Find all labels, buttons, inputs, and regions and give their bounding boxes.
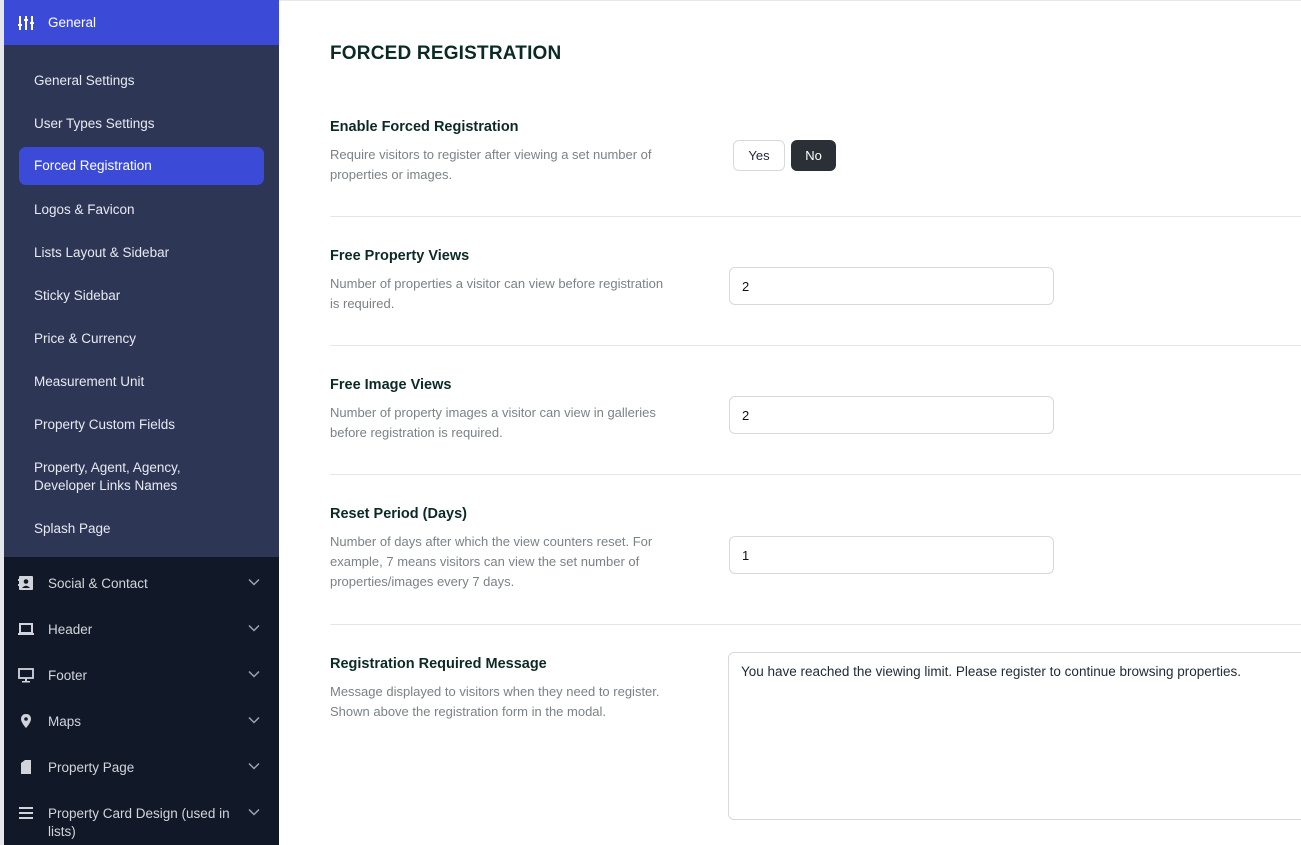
desc-line: is required. xyxy=(330,296,395,311)
category-label: Property Card Design (used in lists) xyxy=(48,805,238,841)
chevron-down-icon xyxy=(248,670,260,678)
submenu-label-line2: Developer Links Names xyxy=(34,478,178,493)
map-pin-icon xyxy=(21,714,31,728)
no-button[interactable]: No xyxy=(791,140,836,171)
sliders-icon xyxy=(18,16,34,30)
submenu-measurement-unit[interactable]: Measurement Unit xyxy=(34,373,144,391)
section-divider xyxy=(330,216,1301,217)
registration-message-textarea[interactable]: You have reached the viewing limit. Plea… xyxy=(728,652,1301,820)
free-image-views-label: Free Image Views xyxy=(330,377,452,393)
category-label: Social & Contact xyxy=(48,576,148,591)
category-label-line2: lists) xyxy=(48,824,76,839)
free-image-views-desc: Number of property images a visitor can … xyxy=(330,403,700,443)
submenu-label-line1: Property, Agent, Agency, xyxy=(34,460,181,475)
desc-line: Require visitors to register after viewi… xyxy=(330,147,652,162)
desc-line: Shown above the registration form in the… xyxy=(330,704,607,719)
chevron-down-icon xyxy=(248,808,260,816)
free-image-views-input[interactable] xyxy=(729,396,1054,434)
chevron-down-icon xyxy=(248,716,260,724)
category-label: Footer xyxy=(48,668,88,683)
section-divider xyxy=(330,345,1301,346)
free-property-views-label: Free Property Views xyxy=(330,248,470,264)
submenu-splash-page[interactable]: Splash Page xyxy=(34,520,111,538)
free-property-views-desc: Number of properties a visitor can view … xyxy=(330,274,700,314)
sidebar: General General Settings User Types Sett… xyxy=(0,0,279,845)
desc-line: properties or images. xyxy=(330,167,453,182)
top-divider xyxy=(279,0,1301,1)
enable-forced-registration-desc: Require visitors to register after viewi… xyxy=(330,145,700,185)
enable-forced-registration-label: Enable Forced Registration xyxy=(330,119,519,135)
category-label-line1: Property Card Design (used in xyxy=(48,806,230,821)
chevron-down-icon xyxy=(248,578,260,586)
submenu-lists-layout-sidebar[interactable]: Lists Layout & Sidebar xyxy=(34,244,169,262)
desc-line: Number of days after which the view coun… xyxy=(330,534,653,549)
submenu-logos-favicon[interactable]: Logos & Favicon xyxy=(34,201,135,219)
sidebar-item-maps[interactable]: Maps xyxy=(4,701,279,741)
contact-card-icon xyxy=(18,576,33,590)
laptop-icon xyxy=(18,623,34,635)
category-label: Property Page xyxy=(48,760,135,775)
sidebar-item-label: General xyxy=(48,15,97,30)
desc-line: properties/images every 7 days. xyxy=(330,574,515,589)
submenu-price-currency[interactable]: Price & Currency xyxy=(34,330,136,348)
yes-button[interactable]: Yes xyxy=(733,140,785,171)
chevron-down-icon xyxy=(248,762,260,770)
registration-message-label: Registration Required Message xyxy=(330,656,547,672)
sidebar-item-property-page[interactable]: Property Page xyxy=(4,747,279,787)
desc-line: Number of property images a visitor can … xyxy=(330,405,656,420)
list-icon xyxy=(19,807,33,819)
free-property-views-input[interactable] xyxy=(729,267,1054,305)
category-label: Maps xyxy=(48,714,82,729)
document-icon xyxy=(21,760,31,774)
page-title: FORCED REGISTRATION xyxy=(330,43,562,64)
submenu-sticky-sidebar[interactable]: Sticky Sidebar xyxy=(34,287,120,305)
registration-message-desc: Message displayed to visitors when they … xyxy=(330,682,700,722)
sidebar-item-social-contact[interactable]: Social & Contact xyxy=(4,563,279,603)
desc-line: Number of properties a visitor can view … xyxy=(330,276,664,291)
submenu-label: Forced Registration xyxy=(34,158,152,173)
desc-line: before registration is required. xyxy=(330,425,503,440)
desc-line: Message displayed to visitors when they … xyxy=(330,684,660,699)
desc-line: example, 7 means visitors can view the s… xyxy=(330,554,640,569)
sidebar-item-footer[interactable]: Footer xyxy=(4,655,279,695)
sidebar-item-general[interactable]: General xyxy=(4,0,279,45)
reset-period-label: Reset Period (Days) xyxy=(330,506,467,522)
category-label: Header xyxy=(48,622,93,637)
sidebar-item-header[interactable]: Header xyxy=(4,609,279,649)
submenu-property-custom-fields[interactable]: Property Custom Fields xyxy=(34,416,175,434)
submenu-links-names[interactable]: Property, Agent, Agency, Developer Links… xyxy=(34,459,181,495)
section-divider xyxy=(330,624,1301,625)
general-submenu: General Settings User Types Settings For… xyxy=(4,45,279,557)
sidebar-item-property-card-design[interactable]: Property Card Design (used in lists) xyxy=(4,793,279,843)
chevron-down-icon xyxy=(248,624,260,632)
submenu-user-types-settings[interactable]: User Types Settings xyxy=(34,115,155,133)
reset-period-input[interactable] xyxy=(729,536,1054,574)
reset-period-desc: Number of days after which the view coun… xyxy=(330,532,700,592)
section-divider xyxy=(330,474,1301,475)
submenu-forced-registration[interactable]: Forced Registration xyxy=(19,147,264,185)
monitor-icon xyxy=(18,668,34,683)
submenu-general-settings[interactable]: General Settings xyxy=(34,72,135,90)
settings-panel: FORCED REGISTRATION Enable Forced Regist… xyxy=(279,0,1301,845)
